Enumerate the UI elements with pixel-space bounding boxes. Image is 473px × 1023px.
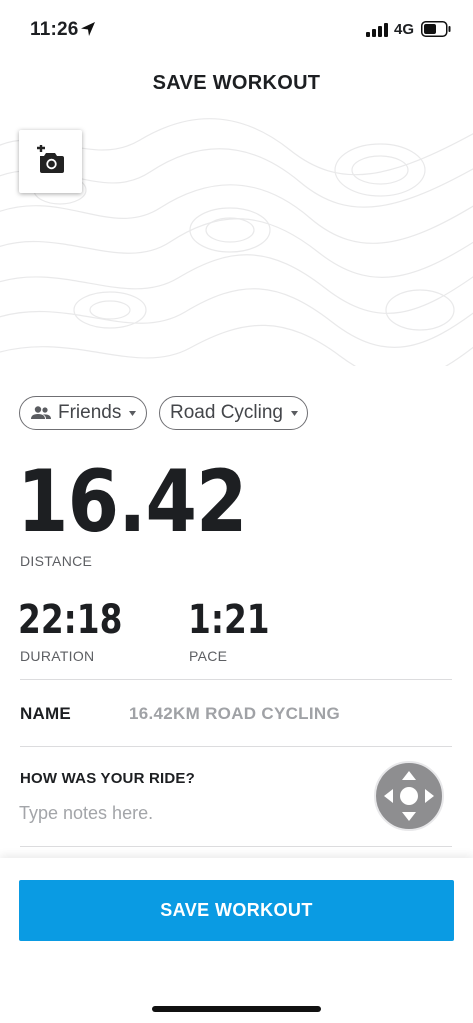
activity-type-label: Road Cycling [170, 402, 283, 423]
activity-type-selector[interactable]: Road Cycling [159, 396, 308, 430]
battery-icon [421, 21, 451, 37]
name-label: NAME [20, 704, 71, 723]
home-indicator[interactable] [152, 1006, 321, 1012]
workout-name-input[interactable] [129, 702, 449, 726]
divider [20, 846, 452, 847]
save-workout-button[interactable]: SAVE WORKOUT [19, 880, 454, 941]
privacy-selector[interactable]: Friends [19, 396, 147, 430]
divider [20, 679, 452, 680]
location-arrow-icon [81, 22, 95, 36]
dpad-icon [384, 771, 434, 821]
chevron-down-icon [129, 410, 137, 416]
network-type: 4G [394, 21, 415, 38]
status-bar: 11:26 4G [0, 0, 473, 60]
duration-value: 22:18 [18, 597, 123, 643]
notes-heading: HOW WAS YOUR RIDE? [20, 770, 195, 787]
pace-label: PACE [189, 648, 228, 664]
signal-bars-icon [366, 23, 388, 37]
friends-icon [31, 406, 51, 419]
add-photo-icon [37, 145, 64, 173]
chevron-down-icon [291, 410, 298, 416]
divider [20, 746, 452, 747]
notes-input[interactable] [19, 800, 359, 826]
page-title: SAVE WORKOUT [152, 72, 321, 94]
distance-value: 16.42 [17, 452, 248, 552]
add-photo-button[interactable] [19, 130, 82, 193]
privacy-label: Friends [58, 402, 122, 423]
assistive-touch-button[interactable] [374, 761, 444, 831]
status-time: 11:26 [30, 19, 79, 40]
duration-label: DURATION [20, 648, 95, 664]
pace-value: 1:21 [188, 597, 270, 643]
distance-label: DISTANCE [20, 553, 93, 569]
